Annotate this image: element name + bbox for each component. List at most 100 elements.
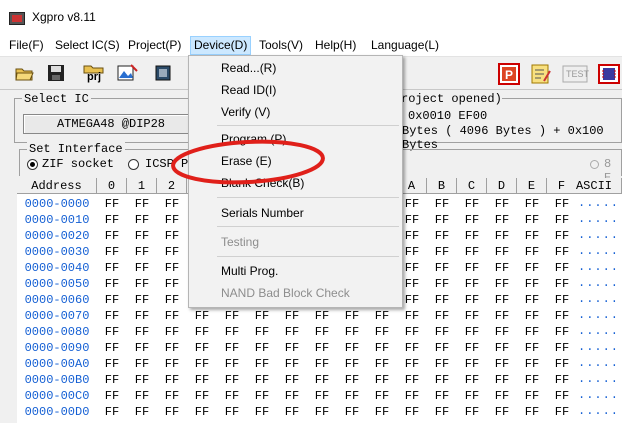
hex-byte-cell[interactable]: FF	[457, 324, 487, 340]
hex-byte-cell[interactable]: FF	[97, 324, 127, 340]
hex-byte-cell[interactable]: FF	[487, 260, 517, 276]
hex-byte-cell[interactable]: FF	[127, 340, 157, 356]
hex-byte-cell[interactable]: FF	[487, 388, 517, 404]
hex-byte-cell[interactable]: FF	[217, 356, 247, 372]
hex-byte-cell[interactable]: FF	[127, 404, 157, 420]
hex-byte-cell[interactable]: FF	[247, 388, 277, 404]
menu-item-read-r[interactable]: Read...(R)	[221, 59, 276, 77]
hex-byte-cell[interactable]: FF	[217, 340, 247, 356]
hex-byte-cell[interactable]: FF	[187, 308, 217, 324]
hex-byte-cell[interactable]: FF	[427, 260, 457, 276]
hex-byte-cell[interactable]: FF	[367, 340, 397, 356]
hex-byte-cell[interactable]: FF	[127, 372, 157, 388]
hex-byte-cell[interactable]: FF	[517, 260, 547, 276]
hex-byte-cell[interactable]: FF	[427, 388, 457, 404]
hex-byte-cell[interactable]: FF	[547, 244, 577, 260]
hex-byte-cell[interactable]: FF	[127, 308, 157, 324]
menu-tools[interactable]: Tools(V)	[256, 37, 306, 54]
hex-byte-cell[interactable]: FF	[127, 388, 157, 404]
hex-byte-cell[interactable]: FF	[487, 212, 517, 228]
hex-byte-cell[interactable]: FF	[157, 372, 187, 388]
hex-byte-cell[interactable]: FF	[157, 404, 187, 420]
hex-byte-cell[interactable]: FF	[517, 308, 547, 324]
hex-byte-cell[interactable]: FF	[127, 292, 157, 308]
hex-byte-cell[interactable]: FF	[547, 260, 577, 276]
hex-byte-cell[interactable]: FF	[427, 308, 457, 324]
hex-byte-cell[interactable]: FF	[517, 292, 547, 308]
hex-byte-cell[interactable]: FF	[157, 244, 187, 260]
hex-byte-cell[interactable]: FF	[367, 404, 397, 420]
hex-byte-cell[interactable]: FF	[307, 404, 337, 420]
hex-byte-cell[interactable]: FF	[457, 244, 487, 260]
hex-byte-cell[interactable]: FF	[487, 356, 517, 372]
hex-byte-cell[interactable]: FF	[547, 228, 577, 244]
hex-byte-cell[interactable]: FF	[397, 308, 427, 324]
hex-byte-cell[interactable]: FF	[187, 388, 217, 404]
hex-byte-cell[interactable]: FF	[157, 356, 187, 372]
hex-byte-cell[interactable]: FF	[187, 324, 217, 340]
save-icon[interactable]	[46, 63, 66, 83]
hex-byte-cell[interactable]: FF	[457, 340, 487, 356]
hex-byte-cell[interactable]: FF	[397, 340, 427, 356]
ic-icon[interactable]	[153, 63, 173, 83]
hex-byte-cell[interactable]: FF	[517, 404, 547, 420]
hex-byte-cell[interactable]: FF	[157, 212, 187, 228]
hex-byte-cell[interactable]: FF	[457, 372, 487, 388]
hex-byte-cell[interactable]: FF	[277, 308, 307, 324]
menu-project[interactable]: Project(P)	[125, 37, 184, 54]
hex-byte-cell[interactable]: FF	[97, 196, 127, 212]
hex-byte-cell[interactable]: FF	[427, 404, 457, 420]
hex-byte-cell[interactable]: FF	[157, 260, 187, 276]
hex-byte-cell[interactable]: FF	[517, 356, 547, 372]
hex-byte-cell[interactable]: FF	[427, 324, 457, 340]
hex-byte-cell[interactable]: FF	[517, 244, 547, 260]
hex-byte-cell[interactable]: FF	[457, 212, 487, 228]
hex-byte-cell[interactable]: FF	[307, 308, 337, 324]
chip-icon[interactable]	[597, 63, 621, 84]
p-icon[interactable]: P	[498, 63, 520, 85]
hex-byte-cell[interactable]: FF	[337, 324, 367, 340]
hex-byte-cell[interactable]: FF	[337, 388, 367, 404]
hex-byte-cell[interactable]: FF	[547, 340, 577, 356]
hex-byte-cell[interactable]: FF	[247, 372, 277, 388]
hex-byte-cell[interactable]: FF	[547, 324, 577, 340]
icsp-port-radio[interactable]	[128, 159, 139, 170]
menu-item-multi-prog[interactable]: Multi Prog.	[221, 262, 278, 280]
menu-item-read-id-i[interactable]: Read ID(I)	[221, 81, 276, 99]
hex-byte-cell[interactable]: FF	[457, 404, 487, 420]
hex-byte-cell[interactable]: FF	[547, 196, 577, 212]
hex-byte-cell[interactable]: FF	[217, 404, 247, 420]
hex-byte-cell[interactable]: FF	[127, 356, 157, 372]
hex-byte-cell[interactable]: FF	[97, 404, 127, 420]
hex-byte-cell[interactable]: FF	[397, 388, 427, 404]
hex-byte-cell[interactable]: FF	[397, 404, 427, 420]
hex-byte-cell[interactable]: FF	[247, 308, 277, 324]
hex-byte-cell[interactable]: FF	[307, 372, 337, 388]
hex-byte-cell[interactable]: FF	[487, 276, 517, 292]
hex-byte-cell[interactable]: FF	[547, 308, 577, 324]
menu-item-serials-number[interactable]: Serials Number	[221, 204, 304, 222]
hex-byte-cell[interactable]: FF	[157, 292, 187, 308]
hex-byte-cell[interactable]: FF	[517, 372, 547, 388]
hex-byte-cell[interactable]: FF	[457, 196, 487, 212]
hex-byte-cell[interactable]: FF	[517, 388, 547, 404]
hex-byte-cell[interactable]: FF	[187, 340, 217, 356]
hex-byte-cell[interactable]: FF	[367, 388, 397, 404]
menu-help[interactable]: Help(H)	[312, 37, 359, 54]
hex-byte-cell[interactable]: FF	[457, 308, 487, 324]
hex-byte-cell[interactable]: FF	[217, 372, 247, 388]
hex-byte-cell[interactable]: FF	[277, 340, 307, 356]
hex-byte-cell[interactable]: FF	[487, 324, 517, 340]
hex-byte-cell[interactable]: FF	[217, 388, 247, 404]
hex-byte-cell[interactable]: FF	[457, 260, 487, 276]
hex-byte-cell[interactable]: FF	[127, 324, 157, 340]
hex-byte-cell[interactable]: FF	[367, 324, 397, 340]
hex-byte-cell[interactable]: FF	[127, 212, 157, 228]
image-icon[interactable]	[115, 63, 139, 83]
hex-byte-cell[interactable]: FF	[157, 228, 187, 244]
hex-byte-cell[interactable]: FF	[367, 372, 397, 388]
hex-byte-cell[interactable]: FF	[427, 276, 457, 292]
zif-socket-radio[interactable]	[27, 159, 38, 170]
hex-byte-cell[interactable]: FF	[97, 228, 127, 244]
hex-byte-cell[interactable]: FF	[487, 340, 517, 356]
